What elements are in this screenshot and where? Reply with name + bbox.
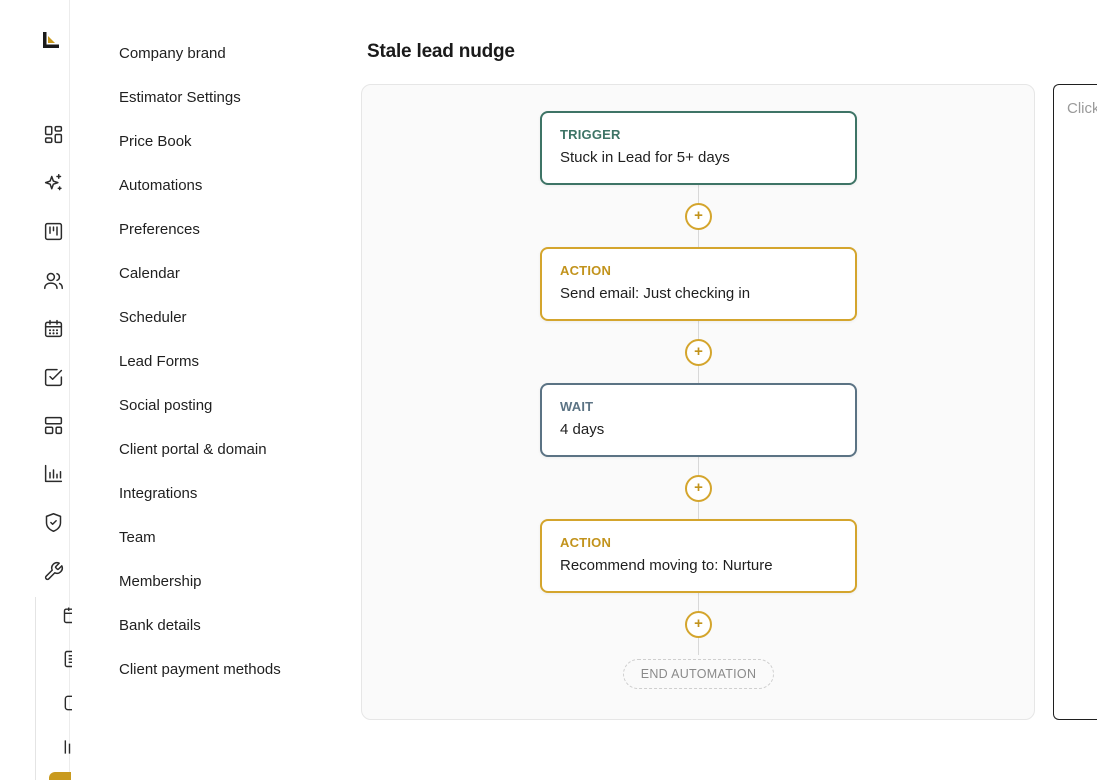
shield-check-icon[interactable] (42, 511, 64, 533)
sparkles-icon[interactable] (42, 172, 64, 194)
action-node[interactable]: ACTION Recommend moving to: Nurture (540, 519, 857, 593)
submenu-divider (35, 597, 36, 780)
layout-icon[interactable] (42, 414, 64, 436)
node-description: Stuck in Lead for 5+ days (560, 149, 730, 166)
calendar-icon[interactable] (62, 605, 72, 625)
page-title: Stale lead nudge (367, 41, 515, 62)
panel-hint: Click (1067, 100, 1097, 117)
node-description: 4 days (560, 421, 605, 438)
action-node[interactable]: ACTION Send email: Just checking in (540, 247, 857, 321)
settings-nav-scheduler[interactable]: Scheduler (119, 308, 339, 352)
settings-nav-lead-forms[interactable]: Lead Forms (119, 352, 339, 396)
end-automation-badge: END AUTOMATION (623, 659, 774, 689)
kanban-icon[interactable] (42, 220, 64, 242)
settings-nav-integrations[interactable]: Integrations (119, 484, 339, 528)
bar-chart-icon[interactable] (62, 737, 72, 757)
node-description: Recommend moving to: Nurture (560, 557, 773, 574)
wait-node[interactable]: WAIT 4 days (540, 383, 857, 457)
add-step-button[interactable]: + (685, 203, 712, 230)
settings-nav-client-portal[interactable]: Client portal & domain (119, 440, 339, 484)
trigger-node[interactable]: TRIGGER Stuck in Lead for 5+ days (540, 111, 857, 185)
node-kind: ACTION (560, 263, 612, 278)
dashboard-icon[interactable] (42, 123, 64, 145)
wrench-icon[interactable] (42, 560, 64, 582)
add-step-button[interactable]: + (685, 339, 712, 366)
node-kind: WAIT (560, 399, 594, 414)
calendar-icon[interactable] (42, 317, 64, 339)
checkbox-icon[interactable] (42, 366, 64, 388)
add-step-button[interactable]: + (685, 611, 712, 638)
settings-nav-team[interactable]: Team (119, 528, 339, 572)
automation-canvas: TRIGGER Stuck in Lead for 5+ days + ACTI… (361, 84, 1035, 720)
settings-nav-bank-details[interactable]: Bank details (119, 616, 339, 660)
node-kind: ACTION (560, 535, 612, 550)
square-icon[interactable] (62, 693, 72, 713)
settings-nav-social-posting[interactable]: Social posting (119, 396, 339, 440)
step-details-panel: Click (1053, 84, 1097, 720)
add-step-button[interactable]: + (685, 475, 712, 502)
settings-nav-estimator-settings[interactable]: Estimator Settings (119, 88, 339, 132)
users-icon[interactable] (42, 269, 64, 291)
settings-nav-membership[interactable]: Membership (119, 572, 339, 616)
brand-logo[interactable] (43, 32, 59, 48)
active-sub-indicator[interactable] (49, 772, 71, 780)
settings-nav-company-brand[interactable]: Company brand (119, 44, 339, 88)
settings-nav: Company brand Estimator Settings Price B… (119, 44, 339, 704)
node-description: Send email: Just checking in (560, 285, 751, 302)
settings-nav-price-book[interactable]: Price Book (119, 132, 339, 176)
settings-nav-preferences[interactable]: Preferences (119, 220, 339, 264)
settings-nav-automations[interactable]: Automations (119, 176, 339, 220)
settings-nav-client-payment-methods[interactable]: Client payment methods (119, 660, 339, 704)
settings-nav-calendar[interactable]: Calendar (119, 264, 339, 308)
icon-rail (0, 0, 72, 780)
document-icon[interactable] (62, 649, 72, 669)
bar-chart-icon[interactable] (42, 462, 64, 484)
node-kind: TRIGGER (560, 127, 621, 142)
